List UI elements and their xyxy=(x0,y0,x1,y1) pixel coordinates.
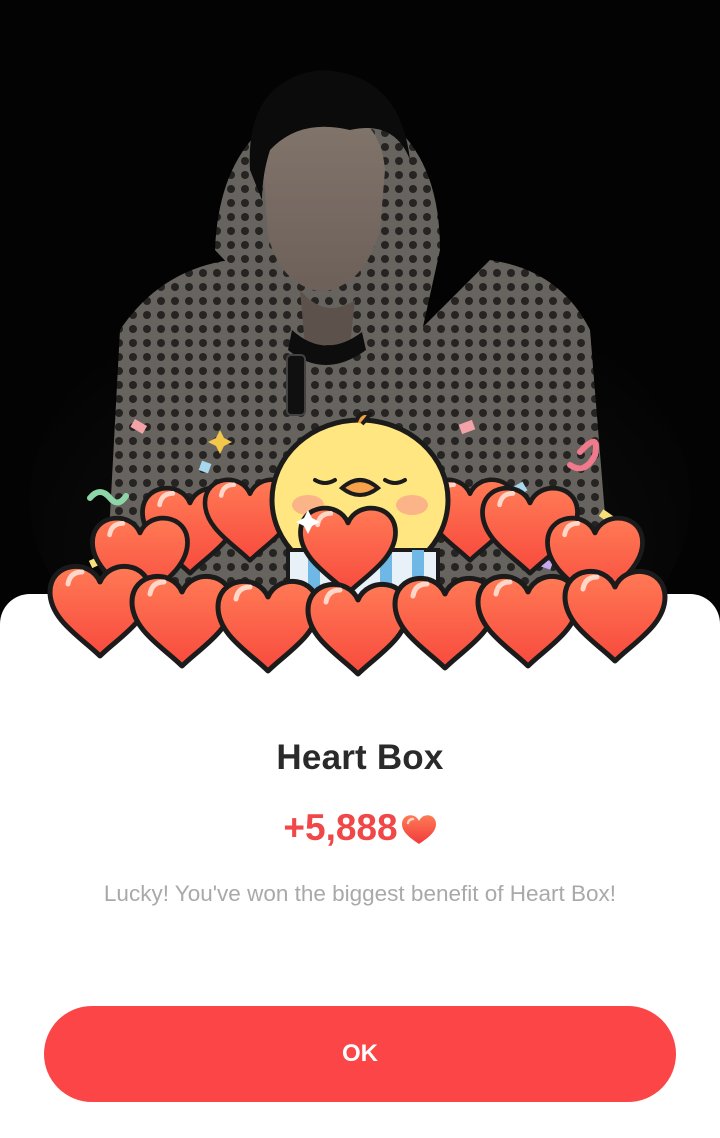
reward-amount: +5,888 xyxy=(283,807,398,848)
dialog-title: Heart Box xyxy=(276,738,444,777)
heart-box-illustration xyxy=(40,400,680,700)
heart-icon xyxy=(401,815,436,844)
reward-row: +5,888 xyxy=(0,804,720,852)
heart-box-screen: Heart Box +5,888 Lucky! You've won the b… xyxy=(0,0,720,1138)
dialog-message: Lucky! You've won the biggest benefit of… xyxy=(103,881,617,906)
ok-button[interactable]: OK xyxy=(44,1006,676,1102)
